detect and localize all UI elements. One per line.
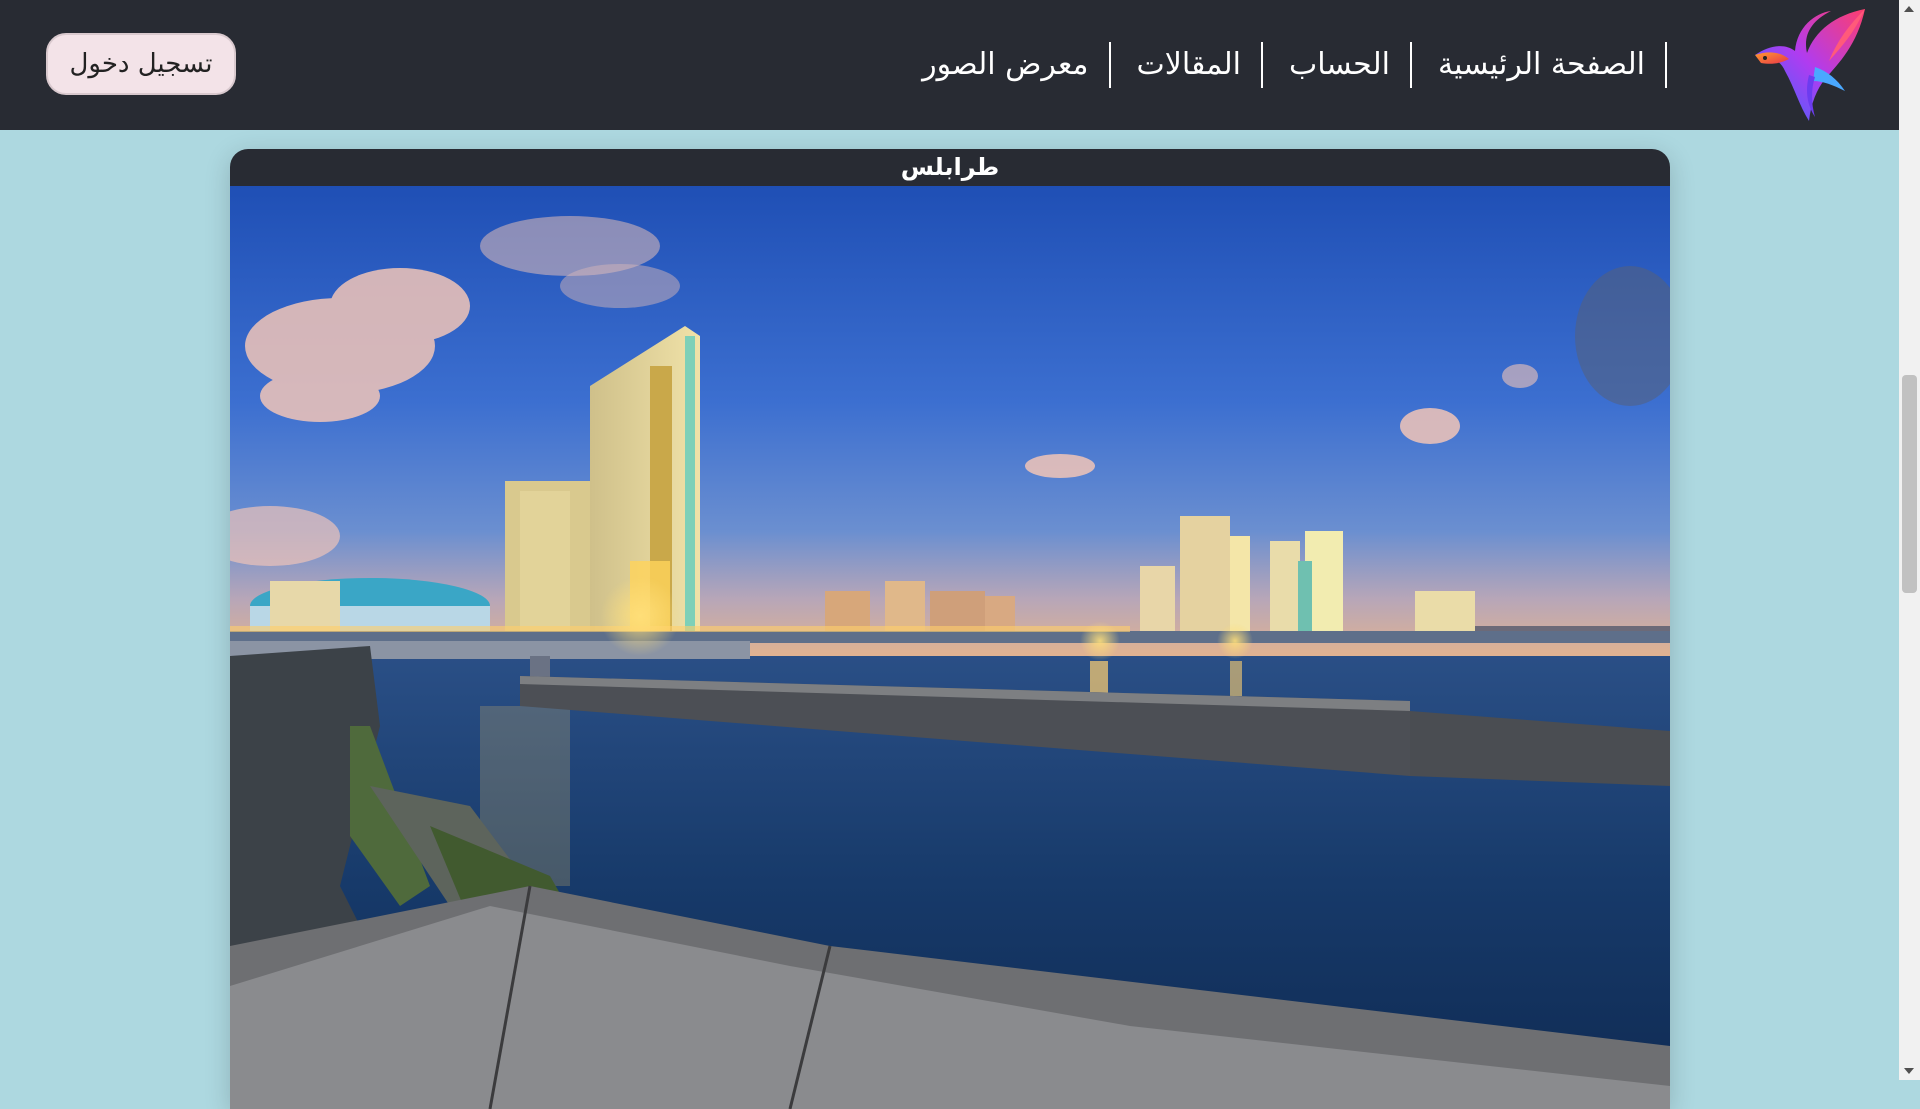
login-button[interactable]: تسجيل دخول xyxy=(46,33,236,95)
nav-item-account[interactable]: الحساب xyxy=(1277,42,1413,88)
scroll-up-arrow-icon[interactable] xyxy=(1904,6,1914,12)
gallery-card: طرابلس xyxy=(230,149,1670,1109)
vertical-scrollbar[interactable] xyxy=(1899,0,1920,1080)
nav-item-home[interactable]: الصفحة الرئيسية xyxy=(1426,42,1667,88)
nav-item-gallery[interactable]: معرض الصور xyxy=(910,42,1111,88)
card-title: طرابلس xyxy=(900,153,1000,181)
scroll-down-arrow-icon[interactable] xyxy=(1904,1068,1914,1074)
navbar: الصفحة الرئيسية الحساب المقالات معرض الص… xyxy=(0,0,1899,130)
skyline-photo xyxy=(230,186,1670,1109)
nav-item-articles[interactable]: المقالات xyxy=(1125,42,1264,88)
phoenix-logo-icon[interactable] xyxy=(1745,5,1870,123)
scrollbar-thumb[interactable] xyxy=(1902,375,1917,593)
main-nav: الصفحة الرئيسية الحساب المقالات معرض الص… xyxy=(910,42,1667,88)
